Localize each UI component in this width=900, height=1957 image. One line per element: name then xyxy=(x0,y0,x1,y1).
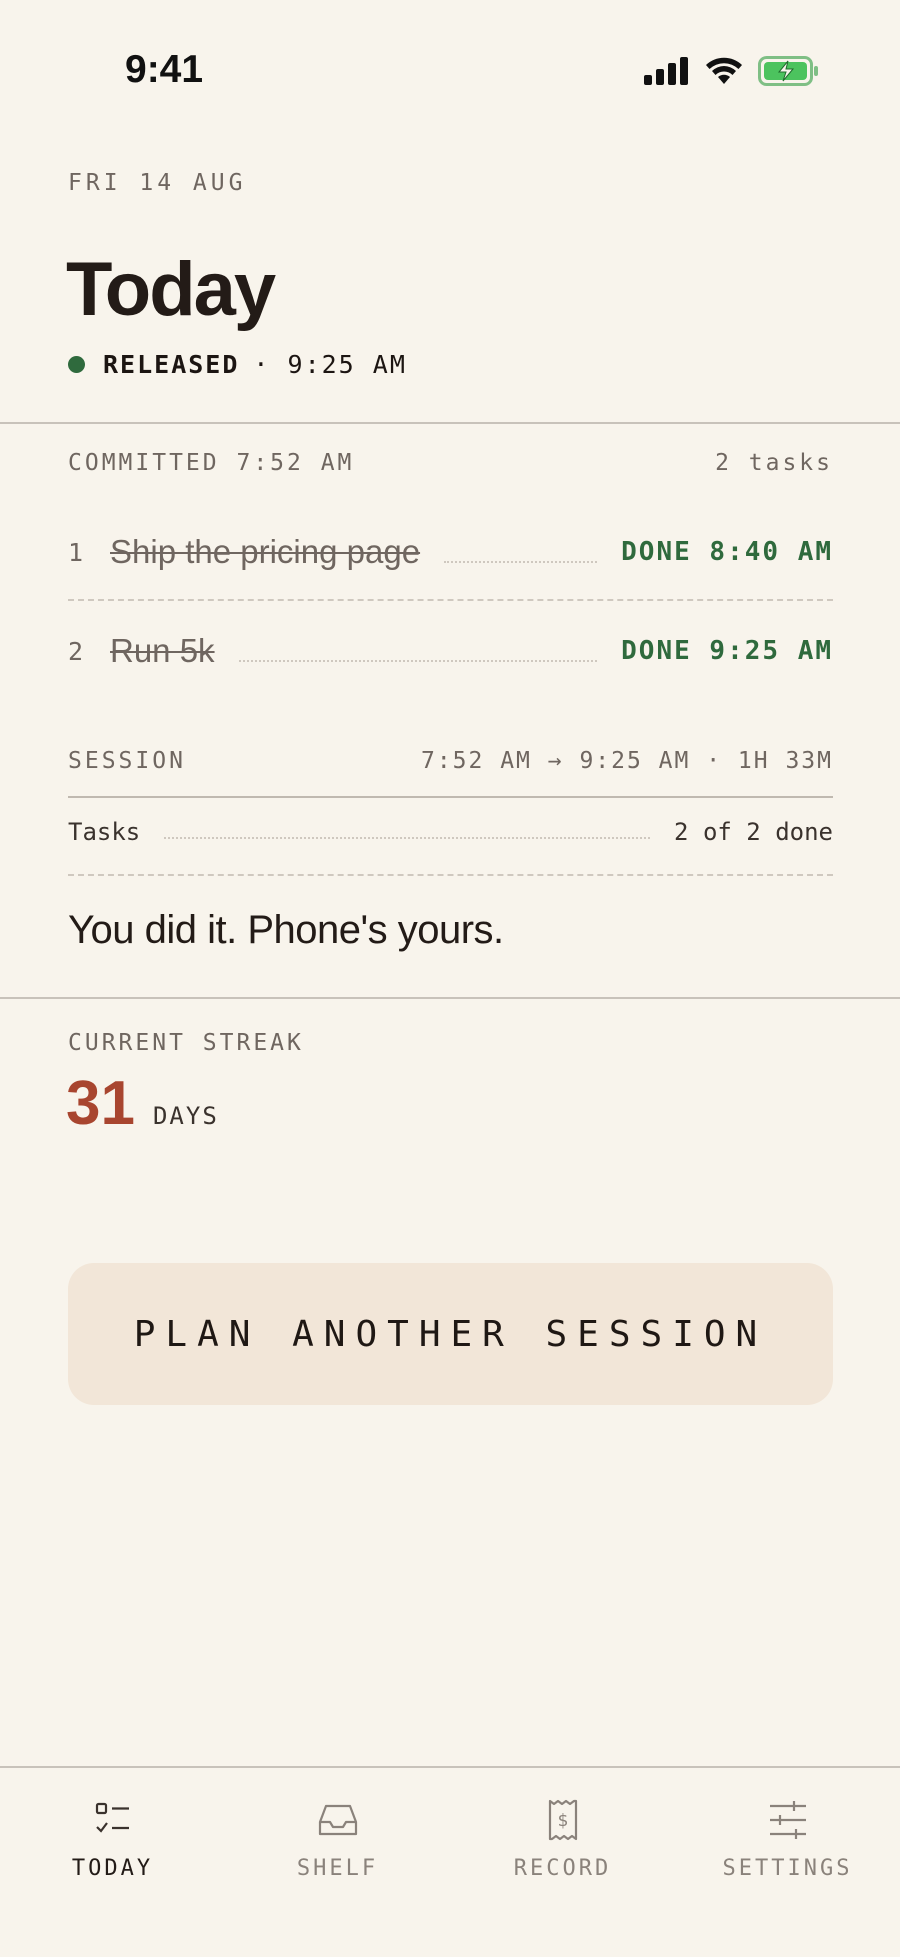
tab-label: TODAY xyxy=(71,1856,154,1881)
receipt-dollar-icon: $ xyxy=(548,1799,577,1841)
svg-text:$: $ xyxy=(557,1811,568,1831)
task-text: Ship the pricing page xyxy=(110,533,421,570)
tab-bar: TODAY SHELF $ RECORD SETTINGS xyxy=(0,1766,900,1957)
wifi-icon xyxy=(706,57,742,84)
tab-shelf[interactable]: SHELF xyxy=(225,1768,450,1928)
divider xyxy=(0,422,900,424)
task-number: 1 xyxy=(68,537,84,567)
task-row[interactable]: 1 Ship the pricing page DONE 8:40 AM xyxy=(68,522,833,582)
dotted-leader xyxy=(444,541,598,563)
status-dot xyxy=(68,356,85,373)
plan-another-session-button[interactable]: PLAN ANOTHER SESSION xyxy=(68,1263,833,1405)
tab-today[interactable]: TODAY xyxy=(0,1768,225,1928)
tab-label: RECORD xyxy=(513,1856,612,1881)
date-label: FRI 14 AUG xyxy=(68,170,247,196)
session-rule xyxy=(68,796,833,798)
dashed-divider xyxy=(68,874,833,876)
task-count: 2 tasks xyxy=(715,450,833,476)
dashed-divider xyxy=(68,599,833,601)
task-text: Run 5k xyxy=(110,632,215,669)
task-number: 2 xyxy=(68,636,84,666)
session-range: 7:52 AM → 9:25 AM · 1H 33M xyxy=(420,748,833,774)
streak-value: 31 xyxy=(66,1069,135,1138)
session-label: SESSION xyxy=(68,748,186,774)
tasks-value: 2 of 2 done xyxy=(674,818,833,846)
tab-label: SHELF xyxy=(296,1856,379,1881)
tab-settings[interactable]: SETTINGS xyxy=(675,1768,900,1928)
tasks-summary-row: Tasks 2 of 2 done xyxy=(68,818,833,846)
dotted-leader xyxy=(238,640,598,662)
tab-record[interactable]: $ RECORD xyxy=(450,1768,675,1928)
task-status: DONE 8:40 AM xyxy=(621,537,833,567)
page-title: Today xyxy=(66,247,276,332)
completion-message: You did it. Phone's yours. xyxy=(68,908,504,952)
status-time: · 9:25 AM xyxy=(253,350,407,379)
status-time: 9:41 xyxy=(125,48,204,91)
status-label: RELEASED xyxy=(103,350,240,379)
battery-charging-icon xyxy=(758,56,818,86)
status-icons xyxy=(644,56,820,86)
task-status: DONE 9:25 AM xyxy=(621,636,833,666)
release-status: RELEASED · 9:25 AM xyxy=(68,350,407,379)
committed-header: COMMITTED 7:52 AM 2 tasks xyxy=(68,450,833,476)
streak-unit: DAYS xyxy=(152,1102,219,1130)
session-header: SESSION 7:52 AM → 9:25 AM · 1H 33M xyxy=(68,748,833,774)
divider xyxy=(0,997,900,999)
committed-label: COMMITTED 7:52 AM xyxy=(68,450,355,476)
dotted-leader xyxy=(164,825,651,839)
checklist-icon xyxy=(95,1802,129,1833)
cellular-signal-icon xyxy=(644,57,688,85)
sliders-icon xyxy=(769,1801,806,1839)
streak-row: 31 DAYS xyxy=(66,1068,219,1139)
tab-label: SETTINGS xyxy=(722,1856,853,1881)
task-row[interactable]: 2 Run 5k DONE 9:25 AM xyxy=(68,621,833,681)
streak-label: CURRENT STREAK xyxy=(68,1030,304,1056)
tasks-label: Tasks xyxy=(68,818,141,846)
inbox-tray-icon xyxy=(318,1804,357,1836)
status-bar: 9:41 xyxy=(0,0,900,140)
